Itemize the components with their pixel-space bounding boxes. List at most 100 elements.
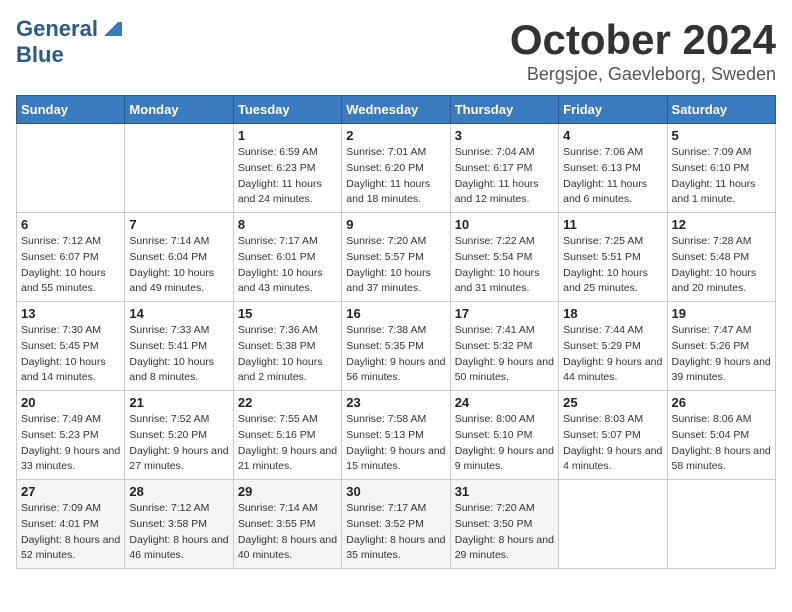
- day-number: 8: [238, 217, 337, 232]
- day-number: 30: [346, 484, 445, 499]
- day-info: Sunrise: 7:52 AM Sunset: 5:20 PM Dayligh…: [129, 412, 228, 475]
- week-row-4: 20 Sunrise: 7:49 AM Sunset: 5:23 PM Dayli…: [17, 391, 776, 480]
- day-info: Sunrise: 7:33 AM Sunset: 5:41 PM Dayligh…: [129, 323, 228, 386]
- calendar-cell: 17Sunrise: 7:41 AM Sunset: 5:32 PM Dayli…: [450, 302, 558, 391]
- day-info: Sunrise: 8:00 AM Sunset: 5:10 PM Dayligh…: [455, 412, 554, 475]
- day-info: Sunrise: 7:38 AM Sunset: 5:35 PM Dayligh…: [346, 323, 445, 386]
- day-info: Sunrise: 7:09 AM Sunset: 4:01 PM Dayligh…: [21, 501, 120, 564]
- location-title: Bergsjoe, Gaevleborg, Sweden: [510, 64, 776, 85]
- day-number: 3: [455, 128, 554, 143]
- calendar-cell: 15 Sunrise: 7:36 AM Sunset: 5:38 PM Dayli…: [233, 302, 341, 391]
- day-info: Sunrise: 7:28 AM Sunset: 5:48 PM Dayligh…: [672, 234, 771, 297]
- weekday-header-tuesday: Tuesday: [233, 96, 341, 124]
- page-header: General Blue October 2024 Bergsjoe, Gaev…: [16, 16, 776, 85]
- calendar-cell: 30 Sunrise: 7:17 AM Sunset: 3:52 PM Dayli…: [342, 480, 450, 569]
- calendar-cell: 16Sunrise: 7:38 AM Sunset: 5:35 PM Dayli…: [342, 302, 450, 391]
- week-row-1: 1Sunrise: 6:59 AM Sunset: 6:23 PM Daylig…: [17, 124, 776, 213]
- calendar-cell: 12 Sunrise: 7:28 AM Sunset: 5:48 PM Dayli…: [667, 213, 775, 302]
- calendar-cell: 10 Sunrise: 7:22 AM Sunset: 5:54 PM Dayli…: [450, 213, 558, 302]
- calendar-cell: 27 Sunrise: 7:09 AM Sunset: 4:01 PM Dayli…: [17, 480, 125, 569]
- day-info: Sunrise: 7:41 AM Sunset: 5:32 PM Dayligh…: [455, 323, 554, 386]
- day-info: Sunrise: 8:06 AM Sunset: 5:04 PM Dayligh…: [672, 412, 771, 475]
- day-info: Sunrise: 7:30 AM Sunset: 5:45 PM Dayligh…: [21, 323, 120, 386]
- calendar-cell: 1Sunrise: 6:59 AM Sunset: 6:23 PM Daylig…: [233, 124, 341, 213]
- weekday-header-row: SundayMondayTuesdayWednesdayThursdayFrid…: [17, 96, 776, 124]
- calendar-cell: 31 Sunrise: 7:20 AM Sunset: 3:50 PM Dayli…: [450, 480, 558, 569]
- logo-general: General: [16, 16, 98, 42]
- calendar-cell: [667, 480, 775, 569]
- calendar-cell: [559, 480, 667, 569]
- calendar-cell: 9 Sunrise: 7:20 AM Sunset: 5:57 PM Daylig…: [342, 213, 450, 302]
- week-row-2: 6 Sunrise: 7:12 AM Sunset: 6:07 PM Daylig…: [17, 213, 776, 302]
- day-info: Sunrise: 7:36 AM Sunset: 5:38 PM Dayligh…: [238, 323, 337, 386]
- day-number: 5: [672, 128, 771, 143]
- calendar-cell: [17, 124, 125, 213]
- calendar-cell: 20 Sunrise: 7:49 AM Sunset: 5:23 PM Dayli…: [17, 391, 125, 480]
- day-info: Sunrise: 7:55 AM Sunset: 5:16 PM Dayligh…: [238, 412, 337, 475]
- day-number: 1: [238, 128, 337, 143]
- calendar-cell: 21 Sunrise: 7:52 AM Sunset: 5:20 PM Dayli…: [125, 391, 233, 480]
- day-info: Sunrise: 8:03 AM Sunset: 5:07 PM Dayligh…: [563, 412, 662, 475]
- day-info: Sunrise: 7:12 AM Sunset: 3:58 PM Dayligh…: [129, 501, 228, 564]
- calendar-cell: 26Sunrise: 8:06 AM Sunset: 5:04 PM Dayli…: [667, 391, 775, 480]
- calendar-cell: 28 Sunrise: 7:12 AM Sunset: 3:58 PM Dayli…: [125, 480, 233, 569]
- calendar-cell: 29Sunrise: 7:14 AM Sunset: 3:55 PM Dayli…: [233, 480, 341, 569]
- day-number: 20: [21, 395, 120, 410]
- logo: General Blue: [16, 16, 122, 68]
- calendar-cell: 8Sunrise: 7:17 AM Sunset: 6:01 PM Daylig…: [233, 213, 341, 302]
- day-number: 19: [672, 306, 771, 321]
- calendar-cell: 14 Sunrise: 7:33 AM Sunset: 5:41 PM Dayli…: [125, 302, 233, 391]
- week-row-5: 27 Sunrise: 7:09 AM Sunset: 4:01 PM Dayli…: [17, 480, 776, 569]
- calendar-cell: 2Sunrise: 7:01 AM Sunset: 6:20 PM Daylig…: [342, 124, 450, 213]
- weekday-header-friday: Friday: [559, 96, 667, 124]
- day-info: Sunrise: 7:20 AM Sunset: 3:50 PM Dayligh…: [455, 501, 554, 564]
- day-number: 15: [238, 306, 337, 321]
- calendar-cell: 3 Sunrise: 7:04 AM Sunset: 6:17 PM Daylig…: [450, 124, 558, 213]
- calendar-cell: 18 Sunrise: 7:44 AM Sunset: 5:29 PM Dayli…: [559, 302, 667, 391]
- day-number: 10: [455, 217, 554, 232]
- day-number: 7: [129, 217, 228, 232]
- calendar-cell: 13 Sunrise: 7:30 AM Sunset: 5:45 PM Dayli…: [17, 302, 125, 391]
- calendar-cell: 25Sunrise: 8:03 AM Sunset: 5:07 PM Dayli…: [559, 391, 667, 480]
- day-number: 18: [563, 306, 662, 321]
- day-info: Sunrise: 7:12 AM Sunset: 6:07 PM Dayligh…: [21, 234, 120, 297]
- calendar-cell: 5Sunrise: 7:09 AM Sunset: 6:10 PM Daylig…: [667, 124, 775, 213]
- title-area: October 2024 Bergsjoe, Gaevleborg, Swede…: [510, 16, 776, 85]
- day-number: 27: [21, 484, 120, 499]
- day-number: 11: [563, 217, 662, 232]
- day-number: 12: [672, 217, 771, 232]
- week-row-3: 13 Sunrise: 7:30 AM Sunset: 5:45 PM Dayli…: [17, 302, 776, 391]
- day-info: Sunrise: 7:44 AM Sunset: 5:29 PM Dayligh…: [563, 323, 662, 386]
- day-info: Sunrise: 7:49 AM Sunset: 5:23 PM Dayligh…: [21, 412, 120, 475]
- day-info: Sunrise: 7:04 AM Sunset: 6:17 PM Dayligh…: [455, 145, 554, 208]
- day-info: Sunrise: 7:01 AM Sunset: 6:20 PM Dayligh…: [346, 145, 445, 208]
- weekday-header-wednesday: Wednesday: [342, 96, 450, 124]
- weekday-header-saturday: Saturday: [667, 96, 775, 124]
- calendar-cell: 7 Sunrise: 7:14 AM Sunset: 6:04 PM Daylig…: [125, 213, 233, 302]
- day-number: 4: [563, 128, 662, 143]
- calendar-body: 1Sunrise: 6:59 AM Sunset: 6:23 PM Daylig…: [17, 124, 776, 569]
- calendar-cell: 4 Sunrise: 7:06 AM Sunset: 6:13 PM Daylig…: [559, 124, 667, 213]
- day-number: 6: [21, 217, 120, 232]
- day-info: Sunrise: 7:22 AM Sunset: 5:54 PM Dayligh…: [455, 234, 554, 297]
- calendar-cell: 24Sunrise: 8:00 AM Sunset: 5:10 PM Dayli…: [450, 391, 558, 480]
- logo-blue: Blue: [16, 42, 64, 68]
- day-number: 21: [129, 395, 228, 410]
- calendar-cell: [125, 124, 233, 213]
- day-number: 29: [238, 484, 337, 499]
- weekday-header-monday: Monday: [125, 96, 233, 124]
- day-info: Sunrise: 7:14 AM Sunset: 6:04 PM Dayligh…: [129, 234, 228, 297]
- day-number: 9: [346, 217, 445, 232]
- calendar-cell: 23Sunrise: 7:58 AM Sunset: 5:13 PM Dayli…: [342, 391, 450, 480]
- day-number: 13: [21, 306, 120, 321]
- day-info: Sunrise: 7:47 AM Sunset: 5:26 PM Dayligh…: [672, 323, 771, 386]
- day-info: Sunrise: 7:17 AM Sunset: 3:52 PM Dayligh…: [346, 501, 445, 564]
- day-number: 14: [129, 306, 228, 321]
- calendar-cell: 6 Sunrise: 7:12 AM Sunset: 6:07 PM Daylig…: [17, 213, 125, 302]
- day-number: 23: [346, 395, 445, 410]
- day-number: 22: [238, 395, 337, 410]
- day-number: 31: [455, 484, 554, 499]
- day-info: Sunrise: 7:20 AM Sunset: 5:57 PM Dayligh…: [346, 234, 445, 297]
- day-info: Sunrise: 7:06 AM Sunset: 6:13 PM Dayligh…: [563, 145, 662, 208]
- day-number: 28: [129, 484, 228, 499]
